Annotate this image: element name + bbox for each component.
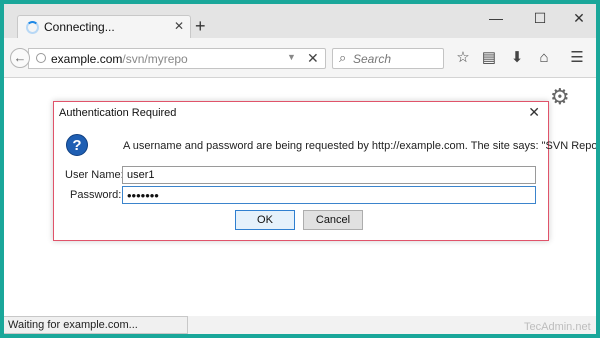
- cancel-button[interactable]: Cancel: [303, 210, 363, 230]
- tab-strip: Connecting... ✕ + — ☐ ✕: [4, 4, 596, 38]
- search-box[interactable]: ⌕: [332, 48, 444, 69]
- tab-connecting[interactable]: Connecting... ✕: [17, 15, 191, 38]
- gear-icon[interactable]: ⚙: [550, 84, 570, 110]
- menu-icon[interactable]: ☰: [568, 48, 586, 68]
- watermark: TecAdmin.net: [524, 321, 591, 333]
- reading-list-icon[interactable]: ▤: [480, 48, 498, 68]
- new-tab-button[interactable]: +: [195, 17, 206, 35]
- dialog-message: A username and password are being reques…: [123, 140, 596, 152]
- username-label: User Name:: [65, 169, 124, 181]
- url-clear-icon[interactable]: ✕: [307, 50, 319, 67]
- navigation-bar: example.com/svn/myrepo ▼ ✕ ← ⌕ ☆ ▤ ⬇ ⌂ ☰: [4, 38, 596, 78]
- url-path: /svn/myrepo: [122, 52, 188, 66]
- back-arrow-icon: ←: [13, 50, 27, 65]
- question-icon: ?: [66, 134, 88, 156]
- loading-spinner-icon: [26, 21, 39, 34]
- dialog-title: Authentication Required: [59, 107, 177, 119]
- status-bar: Waiting for example.com...: [4, 316, 188, 334]
- ok-button[interactable]: OK: [235, 210, 295, 230]
- star-icon[interactable]: ☆: [454, 48, 472, 68]
- home-icon[interactable]: ⌂: [535, 48, 553, 68]
- browser-window: Connecting... ✕ + — ☐ ✕ example.com/svn/…: [4, 4, 596, 334]
- auth-dialog: Authentication Required ✕ ? A username a…: [53, 101, 596, 241]
- url-dropdown-icon[interactable]: ▼: [287, 52, 296, 62]
- password-field[interactable]: [122, 186, 536, 204]
- username-field[interactable]: [122, 166, 536, 184]
- tab-close-icon[interactable]: ✕: [174, 19, 184, 33]
- window-close-button[interactable]: ✕: [569, 10, 589, 27]
- search-input[interactable]: [353, 51, 439, 66]
- url-text: example.com/svn/myrepo: [51, 52, 188, 66]
- minimize-button[interactable]: —: [486, 10, 506, 26]
- download-icon[interactable]: ⬇: [508, 48, 526, 68]
- search-icon: ⌕: [339, 50, 347, 65]
- dialog-close-icon[interactable]: ✕: [528, 104, 540, 121]
- maximize-button[interactable]: ☐: [530, 10, 550, 27]
- back-button[interactable]: ←: [10, 48, 30, 68]
- globe-icon: [36, 53, 46, 63]
- url-host: example.com: [51, 52, 123, 66]
- tab-title: Connecting...: [44, 20, 115, 34]
- password-label: Password:: [70, 189, 122, 201]
- url-bar[interactable]: example.com/svn/myrepo ▼ ✕: [28, 48, 326, 69]
